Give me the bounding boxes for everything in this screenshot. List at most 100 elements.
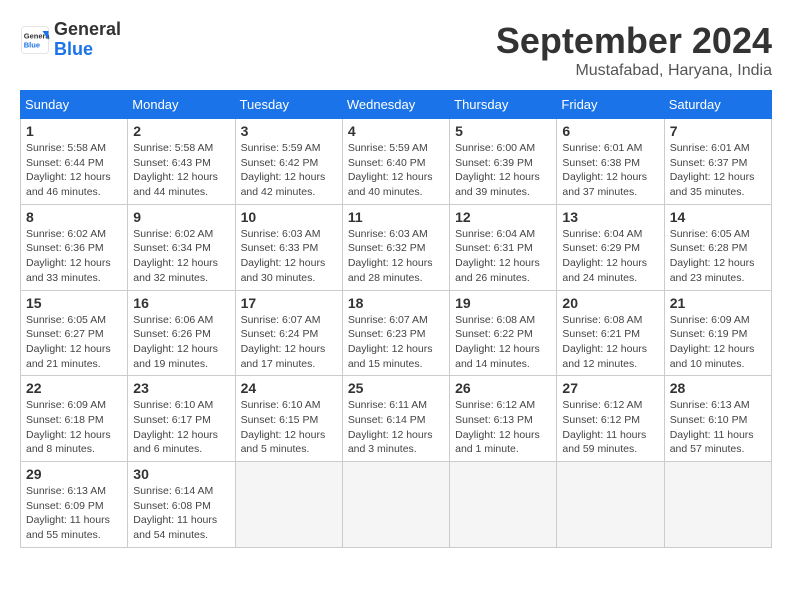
day-info: Sunrise: 6:09 AM Sunset: 6:19 PM Dayligh… bbox=[670, 313, 766, 372]
day-number: 24 bbox=[241, 380, 337, 396]
day-info: Sunrise: 6:12 AM Sunset: 6:13 PM Dayligh… bbox=[455, 398, 551, 457]
day-cell-27: 27 Sunrise: 6:12 AM Sunset: 6:12 PM Dayli… bbox=[557, 376, 664, 462]
day-cell-26: 26Sunrise: 6:12 AM Sunset: 6:13 PM Dayli… bbox=[450, 376, 557, 462]
day-info: Sunrise: 6:07 AM Sunset: 6:23 PM Dayligh… bbox=[348, 313, 444, 372]
day-number: 6 bbox=[562, 123, 658, 139]
day-cell-17: 17 Sunrise: 6:07 AM Sunset: 6:24 PM Dayli… bbox=[235, 290, 342, 376]
day-info: Sunrise: 6:01 AM Sunset: 6:38 PM Dayligh… bbox=[562, 141, 658, 200]
day-info: Sunrise: 6:03 AM Sunset: 6:33 PM Dayligh… bbox=[241, 227, 337, 286]
day-number: 29 bbox=[26, 466, 122, 482]
empty-cell bbox=[235, 462, 342, 548]
day-number: 25 bbox=[348, 380, 444, 396]
empty-cell bbox=[557, 462, 664, 548]
empty-cell bbox=[342, 462, 449, 548]
day-cell-16: 16 Sunrise: 6:06 AM Sunset: 6:26 PM Dayli… bbox=[128, 290, 235, 376]
day-info: Sunrise: 6:03 AM Sunset: 6:32 PM Dayligh… bbox=[348, 227, 444, 286]
day-header-thursday: Thursday bbox=[450, 91, 557, 119]
day-info: Sunrise: 6:12 AM Sunset: 6:12 PM Dayligh… bbox=[562, 398, 658, 457]
day-number: 17 bbox=[241, 295, 337, 311]
day-cell-10: 10 Sunrise: 6:03 AM Sunset: 6:33 PM Dayli… bbox=[235, 204, 342, 290]
day-number: 11 bbox=[348, 209, 444, 225]
day-number: 27 bbox=[562, 380, 658, 396]
svg-text:Blue: Blue bbox=[24, 40, 40, 49]
day-info: Sunrise: 6:04 AM Sunset: 6:31 PM Dayligh… bbox=[455, 227, 551, 286]
day-header-monday: Monday bbox=[128, 91, 235, 119]
day-cell-21: 21 Sunrise: 6:09 AM Sunset: 6:19 PM Dayli… bbox=[664, 290, 771, 376]
day-cell-8: 8 Sunrise: 6:02 AM Sunset: 6:36 PM Daylig… bbox=[21, 204, 128, 290]
day-number: 7 bbox=[670, 123, 766, 139]
day-info: Sunrise: 6:06 AM Sunset: 6:26 PM Dayligh… bbox=[133, 313, 229, 372]
calendar-table: SundayMondayTuesdayWednesdayThursdayFrid… bbox=[20, 90, 772, 548]
day-info: Sunrise: 5:58 AM Sunset: 6:43 PM Dayligh… bbox=[133, 141, 229, 200]
day-info: Sunrise: 6:10 AM Sunset: 6:17 PM Dayligh… bbox=[133, 398, 229, 457]
calendar-week-2: 8 Sunrise: 6:02 AM Sunset: 6:36 PM Daylig… bbox=[21, 204, 772, 290]
day-header-friday: Friday bbox=[557, 91, 664, 119]
day-number: 28 bbox=[670, 380, 766, 396]
day-number: 8 bbox=[26, 209, 122, 225]
day-info: Sunrise: 6:02 AM Sunset: 6:34 PM Dayligh… bbox=[133, 227, 229, 286]
calendar-week-4: 22 Sunrise: 6:09 AM Sunset: 6:18 PM Dayli… bbox=[21, 376, 772, 462]
day-cell-9: 9 Sunrise: 6:02 AM Sunset: 6:34 PM Daylig… bbox=[128, 204, 235, 290]
day-number: 2 bbox=[133, 123, 229, 139]
day-info: Sunrise: 6:14 AM Sunset: 6:08 PM Dayligh… bbox=[133, 484, 229, 543]
logo: General Blue General Blue bbox=[20, 20, 121, 60]
day-info: Sunrise: 5:59 AM Sunset: 6:40 PM Dayligh… bbox=[348, 141, 444, 200]
location: Mustafabad, Haryana, India bbox=[496, 62, 772, 80]
day-cell-19: 19 Sunrise: 6:08 AM Sunset: 6:22 PM Dayli… bbox=[450, 290, 557, 376]
day-cell-2: 2 Sunrise: 5:58 AM Sunset: 6:43 PM Daylig… bbox=[128, 119, 235, 205]
day-header-wednesday: Wednesday bbox=[342, 91, 449, 119]
day-number: 16 bbox=[133, 295, 229, 311]
day-number: 10 bbox=[241, 209, 337, 225]
day-cell-6: 6 Sunrise: 6:01 AM Sunset: 6:38 PM Daylig… bbox=[557, 119, 664, 205]
calendar-week-1: 1 Sunrise: 5:58 AM Sunset: 6:44 PM Daylig… bbox=[21, 119, 772, 205]
day-header-sunday: Sunday bbox=[21, 91, 128, 119]
day-cell-18: 18 Sunrise: 6:07 AM Sunset: 6:23 PM Dayli… bbox=[342, 290, 449, 376]
day-cell-25: 25 Sunrise: 6:11 AM Sunset: 6:14 PM Dayli… bbox=[342, 376, 449, 462]
day-info: Sunrise: 6:05 AM Sunset: 6:27 PM Dayligh… bbox=[26, 313, 122, 372]
calendar-week-5: 29 Sunrise: 6:13 AM Sunset: 6:09 PM Dayli… bbox=[21, 462, 772, 548]
day-number: 3 bbox=[241, 123, 337, 139]
day-cell-30: 30Sunrise: 6:14 AM Sunset: 6:08 PM Dayli… bbox=[128, 462, 235, 548]
day-info: Sunrise: 6:02 AM Sunset: 6:36 PM Dayligh… bbox=[26, 227, 122, 286]
day-number: 15 bbox=[26, 295, 122, 311]
day-info: Sunrise: 6:04 AM Sunset: 6:29 PM Dayligh… bbox=[562, 227, 658, 286]
day-number: 18 bbox=[348, 295, 444, 311]
day-info: Sunrise: 6:00 AM Sunset: 6:39 PM Dayligh… bbox=[455, 141, 551, 200]
day-info: Sunrise: 5:58 AM Sunset: 6:44 PM Dayligh… bbox=[26, 141, 122, 200]
day-number: 9 bbox=[133, 209, 229, 225]
day-info: Sunrise: 6:10 AM Sunset: 6:15 PM Dayligh… bbox=[241, 398, 337, 457]
day-cell-14: 14Sunrise: 6:05 AM Sunset: 6:28 PM Dayli… bbox=[664, 204, 771, 290]
day-cell-4: 4 Sunrise: 5:59 AM Sunset: 6:40 PM Daylig… bbox=[342, 119, 449, 205]
day-number: 5 bbox=[455, 123, 551, 139]
day-number: 13 bbox=[562, 209, 658, 225]
title-area: September 2024 Mustafabad, Haryana, Indi… bbox=[496, 20, 772, 80]
day-number: 20 bbox=[562, 295, 658, 311]
day-header-tuesday: Tuesday bbox=[235, 91, 342, 119]
empty-cell bbox=[450, 462, 557, 548]
day-info: Sunrise: 6:01 AM Sunset: 6:37 PM Dayligh… bbox=[670, 141, 766, 200]
logo-icon: General Blue bbox=[20, 25, 50, 55]
day-info: Sunrise: 6:13 AM Sunset: 6:09 PM Dayligh… bbox=[26, 484, 122, 543]
empty-cell bbox=[664, 462, 771, 548]
day-cell-7: 7 Sunrise: 6:01 AM Sunset: 6:37 PM Daylig… bbox=[664, 119, 771, 205]
day-number: 19 bbox=[455, 295, 551, 311]
day-cell-1: 1 Sunrise: 5:58 AM Sunset: 6:44 PM Daylig… bbox=[21, 119, 128, 205]
day-info: Sunrise: 6:09 AM Sunset: 6:18 PM Dayligh… bbox=[26, 398, 122, 457]
day-number: 21 bbox=[670, 295, 766, 311]
day-number: 4 bbox=[348, 123, 444, 139]
day-header-saturday: Saturday bbox=[664, 91, 771, 119]
page-header: General Blue General Blue September 2024… bbox=[20, 20, 772, 80]
day-info: Sunrise: 6:13 AM Sunset: 6:10 PM Dayligh… bbox=[670, 398, 766, 457]
logo-name: General Blue bbox=[54, 20, 121, 60]
day-number: 12 bbox=[455, 209, 551, 225]
day-number: 22 bbox=[26, 380, 122, 396]
day-cell-24: 24 Sunrise: 6:10 AM Sunset: 6:15 PM Dayli… bbox=[235, 376, 342, 462]
day-info: Sunrise: 6:07 AM Sunset: 6:24 PM Dayligh… bbox=[241, 313, 337, 372]
day-info: Sunrise: 6:08 AM Sunset: 6:22 PM Dayligh… bbox=[455, 313, 551, 372]
day-info: Sunrise: 5:59 AM Sunset: 6:42 PM Dayligh… bbox=[241, 141, 337, 200]
calendar-week-3: 15 Sunrise: 6:05 AM Sunset: 6:27 PM Dayli… bbox=[21, 290, 772, 376]
day-info: Sunrise: 6:08 AM Sunset: 6:21 PM Dayligh… bbox=[562, 313, 658, 372]
day-info: Sunrise: 6:11 AM Sunset: 6:14 PM Dayligh… bbox=[348, 398, 444, 457]
day-cell-23: 23Sunrise: 6:10 AM Sunset: 6:17 PM Dayli… bbox=[128, 376, 235, 462]
day-number: 1 bbox=[26, 123, 122, 139]
